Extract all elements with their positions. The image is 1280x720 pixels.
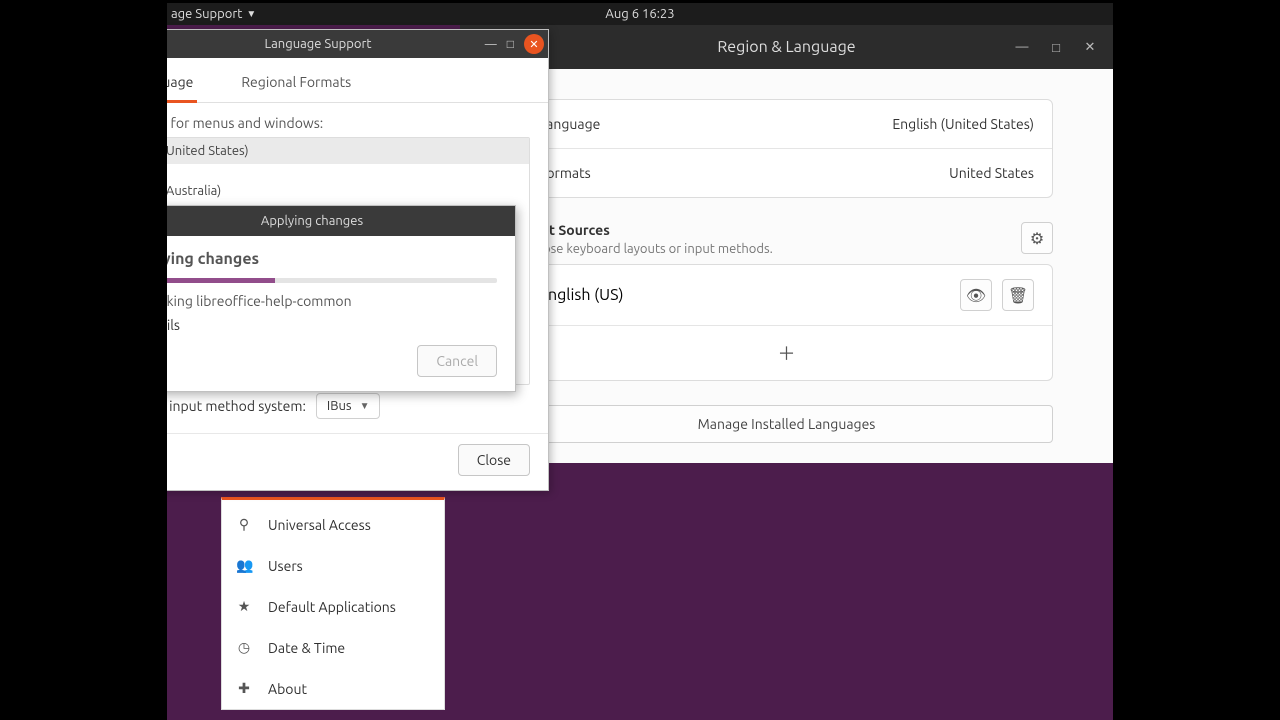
minimize-button[interactable]: — — [485, 38, 497, 51]
chevron-down-icon: ▼ — [246, 8, 256, 20]
language-list-heading: Language for menus and windows: — [106, 115, 530, 131]
language-list-item[interactable]: English (United States) — [107, 138, 529, 164]
details-expander[interactable]: ▸ Details — [127, 317, 497, 333]
sidebar-item-date-time[interactable]: ◷ Date & Time — [222, 627, 444, 668]
input-sources-heading-row: Input Sources Choose keyboard layouts or… — [520, 222, 1053, 256]
add-input-source-button[interactable]: ＋ — [521, 326, 1052, 380]
input-method-value: IBus — [327, 399, 352, 413]
top-panel: age Support ▼ Aug 6 16:23 — [167, 3, 1113, 25]
close-button[interactable]: ✕ — [524, 34, 544, 54]
input-sources-settings-button[interactable]: ⚙ — [1021, 222, 1053, 254]
trash-icon: 🗑 — [1008, 286, 1028, 305]
view-layout-button[interactable]: 👁 — [960, 279, 992, 311]
sidebar-item-users[interactable]: 👥 Users — [222, 545, 444, 586]
formats-row-value: United States — [949, 165, 1034, 181]
star-icon: ★ — [236, 598, 252, 615]
input-source-label: English (US) — [539, 286, 624, 304]
sidebar-item-about[interactable]: ✚ About — [222, 668, 444, 709]
language-list-item[interactable]: English (Australia) — [107, 178, 529, 204]
input-source-item[interactable]: English (US) 👁 🗑 — [521, 265, 1052, 326]
input-method-select[interactable]: IBus ▼ — [316, 393, 381, 419]
chevron-down-icon: ▼ — [360, 400, 370, 412]
top-panel-clock[interactable]: Aug 6 16:23 — [605, 7, 674, 21]
maximize-button[interactable]: □ — [507, 37, 514, 51]
top-panel-app-menu[interactable]: age Support ▼ — [167, 7, 256, 21]
language-formats-panel: Language English (United States) Formats… — [520, 99, 1053, 198]
sidebar-item-label: Default Applications — [268, 599, 396, 615]
progress-bar — [127, 278, 497, 283]
plus-icon: ＋ — [778, 340, 796, 366]
input-sources-heading: Input Sources — [520, 222, 773, 238]
applying-changes-titlebar[interactable]: Applying changes — [109, 206, 515, 236]
manage-languages-button[interactable]: Manage Installed Languages — [520, 405, 1053, 443]
sidebar-item-label: About — [268, 681, 307, 697]
region-language-window: Region & Language — □ ✕ Language English… — [460, 25, 1113, 463]
region-window-titlebar[interactable]: Region & Language — □ ✕ — [460, 25, 1113, 69]
language-row[interactable]: Language English (United States) — [521, 100, 1052, 148]
letterbox-left — [0, 0, 167, 720]
sidebar-item-label: Universal Access — [268, 517, 371, 533]
close-button[interactable]: Close — [458, 444, 530, 476]
applying-changes-heading: Applying changes — [127, 250, 497, 268]
formats-row[interactable]: Formats United States — [521, 148, 1052, 197]
plus-icon: ✚ — [236, 680, 252, 697]
remove-layout-button[interactable]: 🗑 — [1002, 279, 1034, 311]
tab-regional-formats[interactable]: Regional Formats — [237, 68, 355, 102]
top-panel-app-label: age Support — [171, 7, 242, 21]
settings-sidebar: ⚲ Universal Access 👥 Users ★ Default App… — [221, 497, 445, 710]
gear-icon: ⚙ — [1030, 229, 1044, 248]
eye-icon: 👁 — [966, 286, 986, 305]
sidebar-item-label: Users — [268, 558, 303, 574]
users-icon: 👥 — [236, 557, 252, 574]
input-sources-list: English (US) 👁 🗑 ＋ — [520, 264, 1053, 381]
cancel-button[interactable]: Cancel — [417, 345, 497, 377]
sidebar-item-universal-access[interactable]: ⚲ Universal Access — [222, 504, 444, 545]
progress-status-text: Unpacking libreoffice-help-common — [127, 293, 497, 309]
close-button[interactable]: ✕ — [1073, 32, 1107, 62]
maximize-button[interactable]: □ — [1039, 32, 1073, 62]
language-row-value: English (United States) — [892, 116, 1034, 132]
clock-icon: ◷ — [236, 639, 252, 656]
region-window-title: Region & Language — [717, 38, 855, 56]
language-support-title: Language Support — [264, 37, 371, 51]
input-sources-subtext: Choose keyboard layouts or input methods… — [520, 242, 773, 256]
sidebar-item-default-apps[interactable]: ★ Default Applications — [222, 586, 444, 627]
universal-access-icon: ⚲ — [236, 516, 252, 533]
applying-changes-dialog: Applying changes Applying changes Unpack… — [108, 205, 516, 392]
sidebar-item-label: Date & Time — [268, 640, 345, 656]
letterbox-right — [1113, 0, 1280, 720]
minimize-button[interactable]: — — [1005, 32, 1039, 62]
